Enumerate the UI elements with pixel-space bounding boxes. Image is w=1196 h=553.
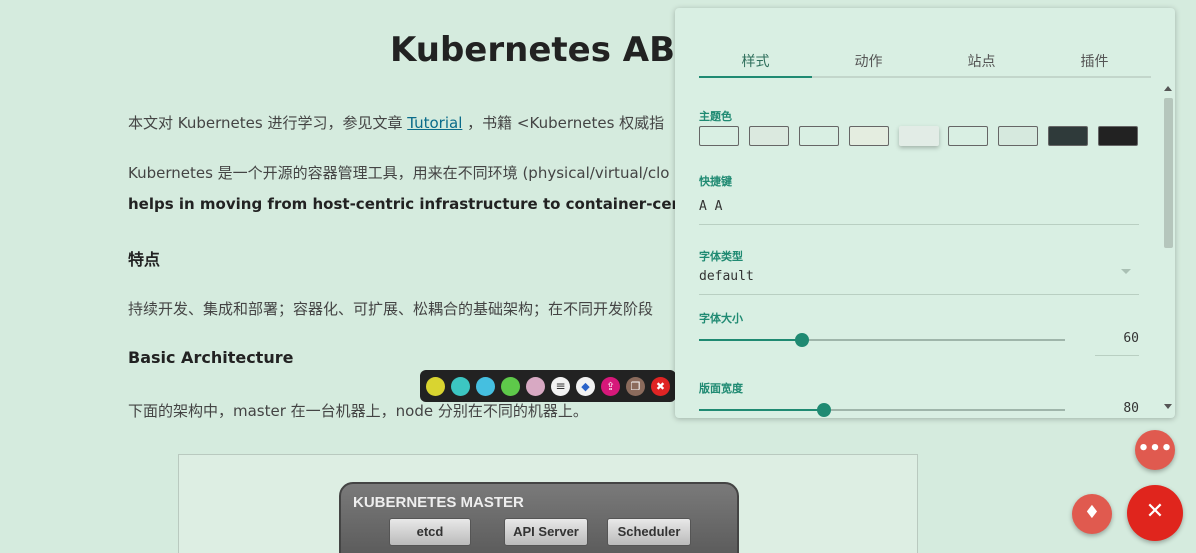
theme-swatch-2[interactable]: [749, 126, 789, 146]
tab-action[interactable]: 动作: [812, 51, 925, 71]
color-green-button[interactable]: [501, 377, 520, 396]
export-icon[interactable]: ⇪: [601, 377, 620, 396]
settings-panel: 样式 动作 站点 插件 主题色 快捷键 A A 字体类型 default 字体大…: [675, 8, 1175, 418]
api-server-box: API Server: [504, 518, 588, 546]
theme-swatch-6[interactable]: [948, 126, 988, 146]
paragraph-description: Kubernetes 是一个开源的容器管理工具，用来在不同环境 (physica…: [128, 164, 670, 182]
theme-swatch-7[interactable]: [998, 126, 1038, 146]
paragraph-intro: 本文对 Kubernetes 进行学习，参见文章 Tutorial ，书籍 <K…: [128, 114, 665, 132]
font-size-label: 字体大小: [699, 312, 743, 325]
font-size-slider-thumb[interactable]: [795, 333, 809, 347]
layout-width-value[interactable]: 80: [1095, 401, 1139, 416]
color-teal-button[interactable]: [451, 377, 470, 396]
theme-swatch-9[interactable]: [1098, 126, 1138, 146]
theme-swatch-5[interactable]: [899, 126, 939, 146]
scroll-up-icon[interactable]: [1164, 86, 1172, 91]
master-title: KUBERNETES MASTER: [353, 494, 524, 511]
chevron-down-icon[interactable]: [1121, 269, 1131, 274]
paragraph-bold: helps in moving from host-centric infras…: [128, 195, 711, 213]
theme-swatch-4[interactable]: [849, 126, 889, 146]
settings-tabs: 样式 动作 站点 插件: [699, 48, 1151, 78]
flashlight-icon[interactable]: ♦: [1072, 494, 1112, 534]
heading-features: 特点: [128, 250, 161, 269]
tab-style[interactable]: 样式: [699, 51, 812, 71]
paragraph-architecture: 下面的架构中，master 在一台机器上，node 分别在不同的机器上。: [128, 402, 588, 420]
close-icon: ✕: [1145, 499, 1165, 524]
layout-width-slider[interactable]: [699, 403, 1065, 417]
copy-icon[interactable]: ❐: [626, 377, 645, 396]
page-title: Kubernetes ABC: [390, 30, 700, 70]
paragraph-features: 持续开发、集成和部署；容器化、可扩展、松耦合的基础架构；在不同开发阶段: [128, 300, 654, 318]
architecture-diagram: KUBERNETES MASTER etcd API Server Schedu…: [178, 454, 918, 553]
font-type-divider: [699, 294, 1139, 295]
kubernetes-master-box: KUBERNETES MASTER etcd API Server Schedu…: [339, 482, 739, 553]
scheduler-box: Scheduler: [607, 518, 691, 546]
color-pink-button[interactable]: [526, 377, 545, 396]
font-size-slider[interactable]: [699, 333, 1065, 347]
close-fab-button[interactable]: ✕: [1127, 485, 1183, 541]
theme-color-label: 主题色: [699, 110, 732, 123]
layout-width-label: 版面宽度: [699, 382, 743, 395]
close-icon[interactable]: ✖: [651, 377, 670, 396]
theme-swatch-1[interactable]: [699, 126, 739, 146]
font-type-select[interactable]: default: [699, 269, 754, 284]
heading-architecture: Basic Architecture: [128, 348, 294, 367]
font-size-value[interactable]: 60: [1095, 331, 1139, 346]
note-icon[interactable]: ≡: [551, 377, 570, 396]
etcd-box: etcd: [389, 518, 471, 546]
shortcut-label: 快捷键: [699, 175, 732, 188]
layout-width-slider-thumb[interactable]: [817, 403, 831, 417]
shortcut-input[interactable]: A A: [699, 199, 722, 214]
font-size-value-underline: [1095, 355, 1139, 356]
theme-swatch-8[interactable]: [1048, 126, 1088, 146]
tab-site[interactable]: 站点: [925, 51, 1038, 71]
color-blue-button[interactable]: [476, 377, 495, 396]
theme-swatch-3[interactable]: [799, 126, 839, 146]
tab-indicator: [699, 76, 812, 78]
shortcut-divider: [699, 224, 1139, 225]
scroll-down-icon[interactable]: [1164, 404, 1172, 409]
panel-scrollbar[interactable]: [1161, 80, 1175, 418]
color-yellow-button[interactable]: [426, 377, 445, 396]
scroll-thumb[interactable]: [1164, 98, 1173, 248]
more-icon[interactable]: •••: [1135, 430, 1175, 470]
tag-icon[interactable]: ◆: [576, 377, 595, 396]
tab-plugin[interactable]: 插件: [1038, 51, 1151, 71]
highlight-toolbar: ≡ ◆ ⇪ ❐ ✖: [420, 370, 676, 402]
tutorial-link[interactable]: Tutorial: [407, 114, 462, 132]
font-type-label: 字体类型: [699, 250, 743, 263]
